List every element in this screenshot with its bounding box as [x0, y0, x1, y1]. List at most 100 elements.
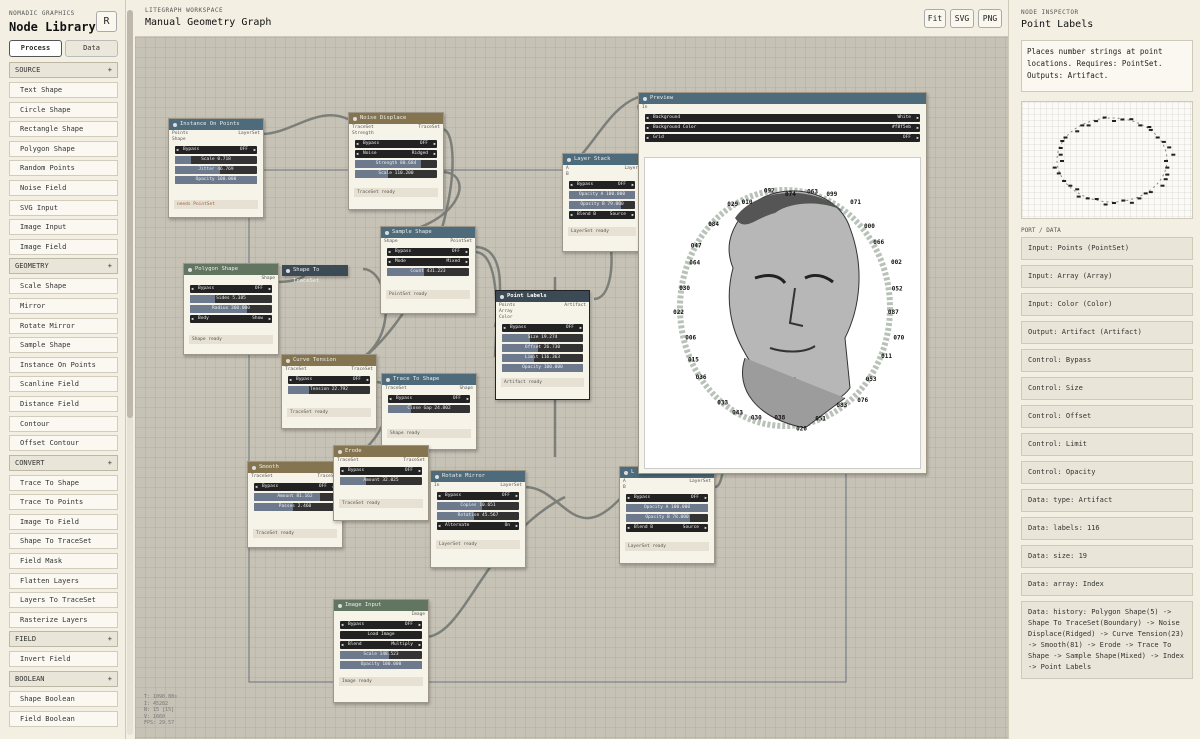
- node-layer-stack-2[interactable]: L ABLayerSet BypassOFF Opacity A 100.000…: [619, 466, 715, 564]
- node-trace-to-shape[interactable]: Trace To Shape TraceSet Shape Bypass OFF C…: [381, 373, 477, 450]
- library-item-text-shape[interactable]: Text Shape: [9, 82, 118, 98]
- port-in[interactable]: Strength: [352, 131, 374, 137]
- blend-select[interactable]: Blend B Source: [626, 524, 708, 532]
- library-item-offset-contour[interactable]: Offset Contour: [9, 435, 118, 452]
- rotation-slider[interactable]: Rotation 45.567: [437, 512, 519, 520]
- tension-slider[interactable]: Tension 22.792: [288, 386, 370, 394]
- library-item-sample-shape[interactable]: Sample Shape: [9, 337, 118, 354]
- library-item-rasterize-layers[interactable]: Rasterize Layers: [9, 611, 118, 628]
- bypass-toggle[interactable]: Bypass OFF: [502, 324, 583, 332]
- library-item-svg-input[interactable]: SVG Input: [9, 199, 118, 216]
- library-item-circle-shape[interactable]: Circle Shape: [9, 101, 118, 118]
- copies-slider[interactable]: Copies 10.651: [437, 502, 519, 510]
- strength-slider[interactable]: Strength 80.684: [355, 160, 437, 168]
- library-item-trace-to-points[interactable]: Trace To Points: [9, 494, 118, 511]
- close-gap-slider[interactable]: Close Gap 24.802: [388, 405, 470, 413]
- body-toggle[interactable]: Body Show: [190, 315, 272, 323]
- count-slider[interactable]: Count 431.223: [387, 268, 469, 276]
- node-image-input[interactable]: Image Input Image Bypass OFF Load Image B…: [333, 599, 429, 703]
- library-item-polygon-shape[interactable]: Polygon Shape: [9, 140, 118, 157]
- graph-canvas[interactable]: Instance On Points PointsShapeLayerSet B…: [135, 37, 1008, 739]
- node-curve-tension[interactable]: Curve Tension TraceSet TraceSet Bypass OFF…: [281, 354, 377, 429]
- amount-slider[interactable]: Amount 32.025: [340, 477, 422, 485]
- port-in[interactable]: TraceSet: [385, 386, 407, 392]
- reset-button[interactable]: R: [96, 11, 117, 32]
- port-in[interactable]: Shape: [172, 137, 188, 143]
- bypass-toggle[interactable]: Bypass OFF: [190, 285, 272, 293]
- port-out[interactable]: TraceSet: [351, 367, 373, 373]
- noise-select[interactable]: Noise Ridged: [355, 150, 437, 158]
- plus-icon[interactable]: +: [108, 63, 112, 77]
- bypass-toggle[interactable]: Bypass OFF: [254, 483, 336, 491]
- opacity-slider[interactable]: Opacity 100.000: [502, 364, 583, 372]
- library-item-image-to-field[interactable]: Image To Field: [9, 513, 118, 530]
- bypass-toggle[interactable]: Bypass OFF: [340, 467, 422, 475]
- library-item-field-mask[interactable]: Field Mask: [9, 553, 118, 570]
- blend-select[interactable]: Blend B Source: [569, 211, 635, 219]
- offset-slider[interactable]: Offset 26.730: [502, 344, 583, 352]
- node-polygon-shape[interactable]: Polygon Shape Shape Bypass OFF Sides 5.38…: [183, 263, 279, 355]
- bypass-toggle[interactable]: Bypass OFF: [340, 621, 422, 629]
- tab-process[interactable]: Process: [9, 40, 62, 57]
- fit-button[interactable]: Fit: [924, 9, 946, 28]
- library-item-instance-on-points[interactable]: Instance On Points: [9, 356, 118, 373]
- library-item-scanline-field[interactable]: Scanline Field: [9, 376, 118, 393]
- radius-slider[interactable]: Radius 360.000: [190, 305, 272, 313]
- port-out[interactable]: Shape: [261, 276, 275, 282]
- library-scrollbar[interactable]: [127, 10, 133, 735]
- bypass-toggle[interactable]: Bypass OFF: [355, 140, 437, 148]
- port-out[interactable]: TraceSet: [418, 125, 440, 137]
- port-in[interactable]: TraceSet: [337, 458, 359, 464]
- port-out[interactable]: PointSet: [450, 239, 472, 245]
- library-item-field-boolean[interactable]: Field Boolean: [9, 710, 118, 727]
- library-item-random-points[interactable]: Random Points: [9, 160, 118, 177]
- node-shape-to-traceset[interactable]: Shape To TraceSet: [282, 265, 348, 284]
- node-preview[interactable]: Preview In Background White Background Co…: [638, 92, 927, 474]
- tab-data[interactable]: Data: [65, 40, 118, 57]
- bypass-toggle[interactable]: Bypass OFF: [626, 494, 708, 502]
- plus-icon[interactable]: +: [108, 672, 112, 686]
- png-export-button[interactable]: PNG: [978, 9, 1002, 28]
- plus-icon[interactable]: +: [108, 259, 112, 273]
- port-out[interactable]: LayerSet: [689, 479, 711, 491]
- node-smooth[interactable]: Smooth TraceSetTraceSet Bypass OFF Amount…: [247, 461, 343, 548]
- background-color-field[interactable]: Background Color #f8f5eb: [645, 124, 920, 132]
- library-item-image-input[interactable]: Image Input: [9, 219, 118, 236]
- alternate-toggle[interactable]: Alternate On: [437, 522, 519, 530]
- port-out[interactable]: TraceSet: [403, 458, 425, 464]
- library-item-image-field[interactable]: Image Field: [9, 238, 118, 255]
- port-out[interactable]: LayerSet: [238, 131, 260, 143]
- background-select[interactable]: Background White: [645, 114, 920, 122]
- port-out[interactable]: LayerSet: [500, 483, 522, 489]
- port-in[interactable]: In: [642, 105, 647, 111]
- minimap[interactable]: [1021, 101, 1193, 219]
- plus-icon[interactable]: +: [108, 456, 112, 470]
- scrollbar-thumb[interactable]: [127, 10, 133, 418]
- load-image-button[interactable]: Load Image: [340, 631, 422, 639]
- library-item-shape-boolean[interactable]: Shape Boolean: [9, 691, 118, 708]
- node-sample-shape[interactable]: Sample Shape Shape PointSet Bypass OFF Mod…: [380, 226, 476, 314]
- library-item-scale-shape[interactable]: Scale Shape: [9, 278, 118, 295]
- port-in[interactable]: Shape: [384, 239, 398, 245]
- bypass-toggle[interactable]: Bypass OFF: [569, 181, 635, 189]
- bypass-toggle[interactable]: Bypass OFF: [437, 492, 519, 500]
- category-field[interactable]: FIELD +: [9, 631, 118, 648]
- port-in[interactable]: TraceSet: [251, 474, 273, 480]
- blend-select[interactable]: Blend Multiply: [340, 641, 422, 649]
- port-out[interactable]: Shape: [459, 386, 473, 392]
- opacity-a-slider[interactable]: Opacity A 100.000: [626, 504, 708, 512]
- node-erode[interactable]: Erode TraceSet TraceSet Bypass OFF Amount …: [333, 445, 429, 521]
- scale-slider[interactable]: Scale 110.200: [355, 170, 437, 178]
- port-out[interactable]: Image: [411, 612, 425, 618]
- library-item-mirror[interactable]: Mirror: [9, 297, 118, 314]
- scale-slider[interactable]: Scale 0.718: [175, 156, 257, 164]
- bypass-toggle[interactable]: Bypass OFF: [175, 146, 257, 154]
- library-item-layers-to-traceset[interactable]: Layers To TraceSet: [9, 592, 118, 609]
- node-point-labels[interactable]: Point Labels PointsArrayColorArtifact By…: [495, 290, 590, 400]
- svg-export-button[interactable]: SVG: [950, 9, 974, 28]
- library-item-noise-field[interactable]: Noise Field: [9, 179, 118, 196]
- limit-slider[interactable]: Limit 116.363: [502, 354, 583, 362]
- port-in[interactable]: B: [623, 485, 626, 491]
- mode-select[interactable]: Mode Mixed: [387, 258, 469, 266]
- port-out[interactable]: Artifact: [564, 303, 586, 321]
